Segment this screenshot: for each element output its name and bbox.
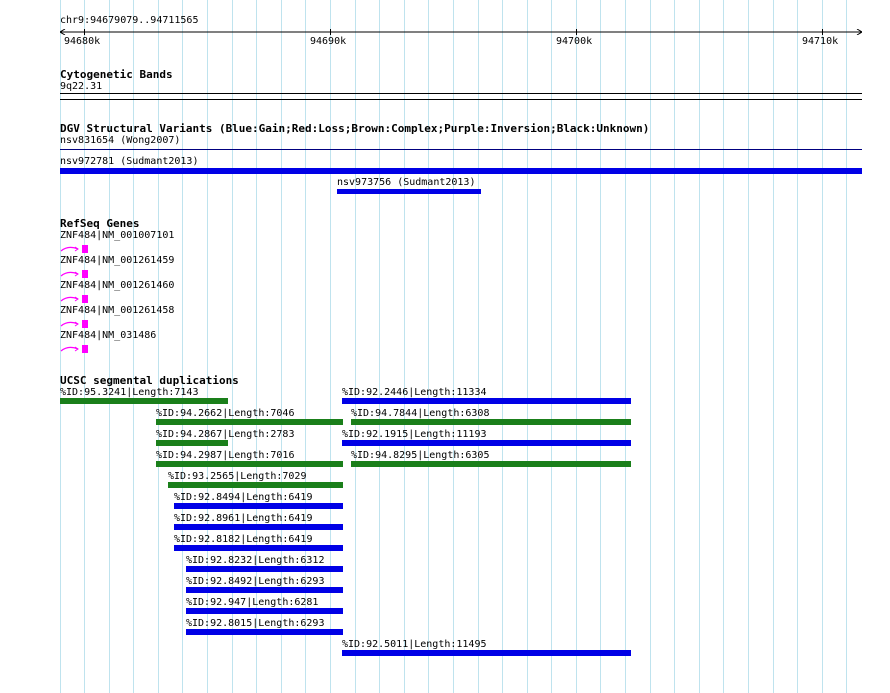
cytoband-label: 9q22.31 — [60, 81, 103, 92]
segdup-feature[interactable] — [168, 482, 343, 488]
gridline — [797, 0, 798, 693]
refseq-track-title[interactable]: RefSeq Genes — [60, 217, 139, 230]
segdup-label: %ID:92.8492|Length:6293 — [186, 576, 325, 587]
dgv-label-nsv831654: nsv831654 (Wong2007) — [60, 135, 181, 146]
dgv-feature-nsv972781[interactable] — [60, 168, 862, 174]
segdup-label: %ID:92.8182|Length:6419 — [174, 534, 313, 545]
segdup-label: %ID:94.7844|Length:6308 — [351, 408, 490, 419]
segdup-feature[interactable] — [174, 545, 343, 551]
gridline — [846, 0, 847, 693]
segdup-label: %ID:94.2867|Length:2783 — [156, 429, 295, 440]
gridline — [478, 0, 479, 693]
gene-glyph — [60, 270, 88, 278]
gene-glyph — [60, 345, 88, 353]
ruler-axis — [60, 29, 862, 35]
dgv-track-title[interactable]: DGV Structural Variants (Blue:Gain;Red:L… — [60, 122, 649, 135]
segdup-label: %ID:95.3241|Length:7143 — [60, 387, 199, 398]
gridline — [133, 0, 134, 693]
dgv-feature-nsv831654[interactable] — [60, 149, 862, 150]
segdup-feature[interactable] — [186, 608, 343, 614]
segdup-label: %ID:93.2565|Length:7029 — [168, 471, 307, 482]
segdup-feature[interactable] — [342, 398, 631, 404]
segdup-label: %ID:94.8295|Length:6305 — [351, 450, 490, 461]
gridline — [453, 0, 454, 693]
segdup-feature[interactable] — [186, 566, 343, 572]
segdup-label: %ID:92.8494|Length:6419 — [174, 492, 313, 503]
ruler-tick-label-4: 94710k — [802, 36, 839, 47]
gridline — [748, 0, 749, 693]
segdup-label: %ID:92.2446|Length:11334 — [342, 387, 487, 398]
gene-glyph — [60, 295, 88, 303]
gridline — [650, 0, 651, 693]
segdup-feature[interactable] — [174, 503, 343, 509]
segdup-label: %ID:94.2662|Length:7046 — [156, 408, 295, 419]
cytoband-line-top[interactable] — [60, 93, 862, 94]
ruler-tick — [576, 29, 577, 35]
gridline — [600, 0, 601, 693]
segdup-feature[interactable] — [351, 461, 631, 467]
gridline — [182, 0, 183, 693]
segdup-feature[interactable] — [60, 398, 228, 404]
segdup-track-title[interactable]: UCSC segmental duplications — [60, 374, 239, 387]
segdup-label: %ID:92.5011|Length:11495 — [342, 639, 487, 650]
gridline — [109, 0, 110, 693]
gridline — [773, 0, 774, 693]
gridline — [404, 0, 405, 693]
segdup-label: %ID:92.8961|Length:6419 — [174, 513, 313, 524]
gridline — [551, 0, 552, 693]
ruler-tick-label-2: 94690k — [310, 36, 347, 47]
gridline — [822, 0, 823, 693]
gridline — [699, 0, 700, 693]
segdup-feature[interactable] — [174, 524, 343, 530]
ruler-tick-label-3: 94700k — [556, 36, 593, 47]
ruler-tick — [84, 29, 85, 35]
grid-background — [0, 0, 890, 693]
segdup-label: %ID:92.947|Length:6281 — [186, 597, 319, 608]
dgv-label-nsv973756: nsv973756 (Sudmant2013) — [337, 177, 476, 188]
cytoband-track-title[interactable]: Cytogenetic Bands — [60, 68, 173, 81]
segdup-label: %ID:92.8232|Length:6312 — [186, 555, 325, 566]
segdup-feature[interactable] — [186, 587, 343, 593]
gridline — [674, 0, 675, 693]
cytoband-line-bottom — [60, 99, 862, 100]
gridline — [428, 0, 429, 693]
gridline — [355, 0, 356, 693]
segdup-label: %ID:94.2987|Length:7016 — [156, 450, 295, 461]
segdup-feature[interactable] — [156, 440, 228, 446]
ruler-tick-label-1: 94680k — [64, 36, 101, 47]
gridline — [576, 0, 577, 693]
segdup-label: %ID:92.1915|Length:11193 — [342, 429, 487, 440]
segdup-feature[interactable] — [156, 461, 343, 467]
gridline — [527, 0, 528, 693]
gridline — [723, 0, 724, 693]
gridline — [379, 0, 380, 693]
segdup-feature[interactable] — [342, 650, 631, 656]
gridline — [625, 0, 626, 693]
gene-glyph — [60, 320, 88, 328]
segdup-feature[interactable] — [186, 629, 343, 635]
gridline — [158, 0, 159, 693]
gene-glyph — [60, 245, 88, 253]
segdup-feature[interactable] — [351, 419, 631, 425]
ruler-tick — [822, 29, 823, 35]
segdup-label: %ID:92.8015|Length:6293 — [186, 618, 325, 629]
segdup-feature[interactable] — [156, 419, 343, 425]
dgv-label-nsv972781: nsv972781 (Sudmant2013) — [60, 156, 199, 167]
ruler-range-label: chr9:94679079..94711565 — [60, 15, 199, 26]
gene-feature-nm-031486[interactable] — [60, 340, 90, 359]
dgv-feature-nsv973756[interactable] — [337, 189, 481, 194]
ruler-bar[interactable] — [60, 29, 862, 35]
segdup-feature[interactable] — [342, 440, 631, 446]
gridline — [502, 0, 503, 693]
ruler-tick — [330, 29, 331, 35]
